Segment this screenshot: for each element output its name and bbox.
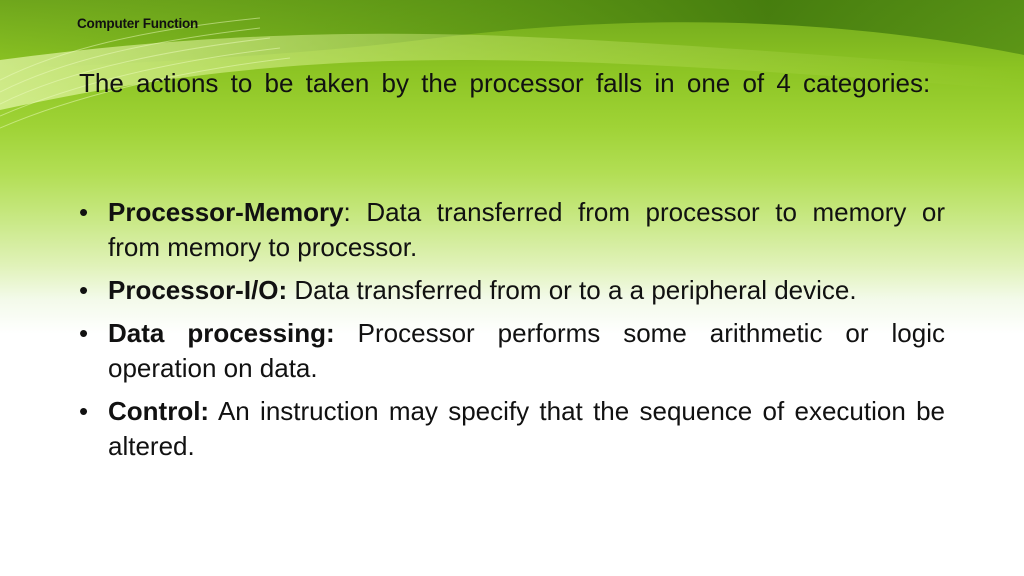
bullet-text: An instruction may specify that the sequ… (108, 396, 945, 461)
bullet-dot-icon: • (79, 396, 89, 426)
bullet-separator (209, 396, 218, 426)
bullet-item-control: • Control: An instruction may specify th… (79, 394, 945, 464)
bullet-dot-icon: • (79, 318, 89, 348)
bullet-term: Control: (108, 396, 210, 426)
bullet-separator: : (343, 197, 367, 227)
bullet-term: Data processing: (108, 318, 335, 348)
bullet-item-processor-io: • Processor-I/O: Data transferred from o… (79, 273, 945, 308)
slide-header-title: Computer Function (77, 16, 199, 31)
category-bullet-list: • Processor-Memory: Data transferred fro… (79, 195, 945, 472)
bullet-text: Data transferred from or to a a peripher… (294, 275, 857, 305)
bullet-dot-icon: • (79, 275, 89, 305)
bullet-separator (335, 318, 358, 348)
bullet-dot-icon: • (79, 197, 89, 227)
bullet-term: Processor-Memory (108, 197, 344, 227)
intro-paragraph: The actions to be taken by the processor… (79, 68, 931, 98)
bullet-item-processor-memory: • Processor-Memory: Data transferred fro… (79, 195, 945, 265)
bullet-term: Processor-I/O: (108, 275, 288, 305)
bullet-item-data-processing: • Data processing: Processor performs so… (79, 316, 945, 386)
